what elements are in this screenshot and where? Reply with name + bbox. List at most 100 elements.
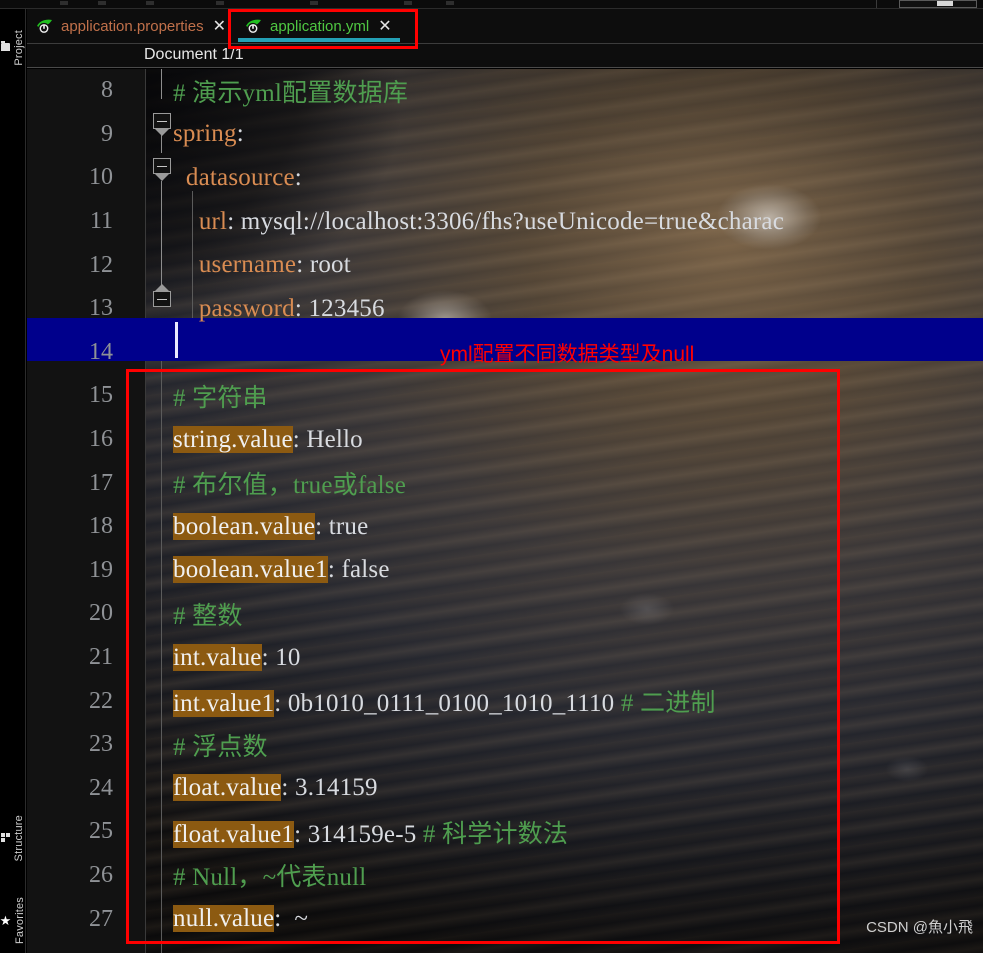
token-value: 123456 (308, 294, 385, 322)
toolbar-icon-3[interactable] (146, 1, 154, 5)
line-number: 10 (89, 164, 113, 191)
line-number: 16 (89, 426, 113, 453)
code-line[interactable]: 20 # 整数 (27, 592, 983, 636)
tab-application-yml[interactable]: application.yml ✕ (236, 9, 402, 44)
code-line[interactable]: 17 # 布尔值，true或false (27, 461, 983, 505)
line-content[interactable]: # 布尔值，true或false (173, 465, 406, 501)
code-line[interactable]: 13 password: 123456 (27, 287, 983, 331)
close-icon[interactable]: ✕ (213, 18, 226, 35)
ide-window: Project Structure ★ Favorites applicatio… (0, 0, 983, 953)
line-content[interactable]: username: root (173, 251, 351, 279)
spring-leaf-icon (36, 19, 54, 35)
token-comment: # 字符串 (173, 384, 268, 412)
code-editor[interactable]: 8 # 演示yml配置数据库 9 spring: 10 datasource: 11 ur… (27, 69, 983, 953)
toolbar-icon-2[interactable] (98, 1, 106, 5)
line-content[interactable]: spring: (173, 120, 244, 148)
breadcrumb[interactable]: Document 1/1 (144, 46, 244, 64)
folder-icon (1, 41, 10, 51)
line-content[interactable]: datasource: (173, 164, 302, 192)
sidebar-item-favorites[interactable]: ★ Favorites (0, 881, 26, 953)
line-content[interactable]: # 字符串 (173, 378, 268, 414)
code-line[interactable]: 25 float.value1: 314159e-5 # 科学计数法 (27, 810, 983, 854)
line-number: 19 (89, 556, 113, 583)
toolbar-icon-6[interactable] (404, 1, 412, 5)
token-key-highlight: boolean.value1 (173, 556, 328, 584)
token-punct (173, 295, 199, 322)
code-line[interactable]: 14 (27, 331, 983, 375)
watermark: CSDN @魚小飛 (866, 919, 973, 936)
code-line[interactable]: 19 boolean.value1: false (27, 549, 983, 593)
line-content[interactable]: # 演示yml配置数据库 (173, 73, 408, 109)
token-punct: : (261, 643, 276, 671)
toolbar-icon-5[interactable] (310, 1, 318, 5)
token-punct: : (315, 512, 329, 540)
line-content[interactable]: string.value: Hello (173, 425, 363, 454)
code-line[interactable]: 26 # Null，~代表null (27, 854, 983, 898)
token-comment: # 科学计数法 (422, 820, 569, 848)
line-number: 12 (89, 251, 113, 278)
sidebar-item-structure[interactable]: Structure (0, 799, 26, 877)
code-line[interactable]: 23 # 浮点数 (27, 723, 983, 767)
code-line[interactable]: 9 spring: (27, 113, 983, 157)
close-icon[interactable]: ✕ (378, 18, 391, 35)
line-content[interactable]: float.value1: 314159e-5 # 科学计数法 (173, 814, 568, 850)
code-line[interactable]: 12 username: root (27, 243, 983, 287)
code-line[interactable]: 22 int.value1: 0b1010_0111_0100_1010_1110… (27, 679, 983, 723)
line-content[interactable]: password: 123456 (173, 295, 385, 323)
token-value: Hello (306, 425, 363, 453)
token-value: true (328, 512, 369, 540)
sidebar-item-project[interactable]: Project (0, 13, 26, 83)
token-key: password (198, 294, 295, 322)
code-line[interactable]: 10 datasource: (27, 156, 983, 200)
main-toolbar-sliver (0, 0, 983, 9)
token-punct: : (274, 690, 288, 718)
token-punct: : (327, 556, 342, 584)
token-key-highlight: float.value (173, 774, 282, 802)
token-value: ~ (294, 905, 309, 933)
line-number: 22 (89, 687, 113, 714)
star-icon: ★ (0, 913, 12, 928)
line-number: 9 (101, 120, 113, 147)
token-comment: # 二进制 (620, 690, 716, 718)
sidebar-item-label-project: Project (13, 30, 25, 66)
line-content[interactable]: boolean.value: true (173, 512, 369, 541)
tab-application-properties[interactable]: application.properties ✕ (27, 9, 236, 44)
token-value: 314159e-5 (307, 820, 417, 848)
line-content[interactable]: int.value1: 0b1010_0111_0100_1010_1110 #… (173, 683, 716, 719)
code-line[interactable]: 18 boolean.value: true (27, 505, 983, 549)
left-tool-window-bar: Project Structure ★ Favorites (0, 9, 26, 953)
code-line[interactable]: 8 # 演示yml配置数据库 (27, 69, 983, 113)
code-line[interactable]: 24 float.value: 3.14159 (27, 767, 983, 811)
line-content[interactable]: int.value: 10 (173, 643, 301, 672)
code-lines[interactable]: 8 # 演示yml配置数据库 9 spring: 10 datasource: 11 ur… (27, 69, 983, 941)
line-content[interactable]: null.value: ~ (173, 905, 308, 933)
code-line[interactable]: 11 url: mysql://localhost:3306/fhs?useUn… (27, 200, 983, 244)
line-number: 25 (89, 818, 113, 845)
toolbar-icon-4[interactable] (216, 1, 224, 5)
code-line[interactable]: 27 null.value: ~ (27, 897, 983, 941)
token-punct (173, 251, 199, 278)
token-value: 3.14159 (295, 774, 378, 802)
token-comment: # 整数 (173, 602, 243, 630)
active-tab-underline (238, 38, 400, 42)
token-key-highlight: int.value (173, 643, 262, 671)
line-content[interactable]: float.value: 3.14159 (173, 774, 378, 802)
code-line[interactable]: 21 int.value: 10 (27, 636, 983, 680)
code-line[interactable]: 15 # 字符串 (27, 374, 983, 418)
toolbar-icon-7[interactable] (446, 1, 454, 5)
line-content[interactable]: # 浮点数 (173, 727, 268, 763)
tab-label: application.properties (61, 18, 204, 35)
line-number: 24 (89, 774, 113, 801)
line-content[interactable]: boolean.value1: false (173, 556, 390, 584)
token-key: datasource (185, 163, 295, 191)
token-value: 10 (275, 643, 301, 671)
code-line[interactable]: 16 string.value: Hello (27, 418, 983, 462)
line-content[interactable]: url: mysql://localhost:3306/fhs?useUnico… (173, 208, 784, 236)
line-content[interactable]: # Null，~代表null (173, 857, 366, 893)
line-number: 23 (89, 731, 113, 758)
line-content[interactable]: # 整数 (173, 596, 243, 632)
token-punct: : (294, 294, 309, 322)
token-value: 0b1010_0111_0100_1010_1110 (287, 690, 615, 718)
toolbar-divider (876, 0, 877, 8)
toolbar-icon-1[interactable] (60, 1, 68, 5)
